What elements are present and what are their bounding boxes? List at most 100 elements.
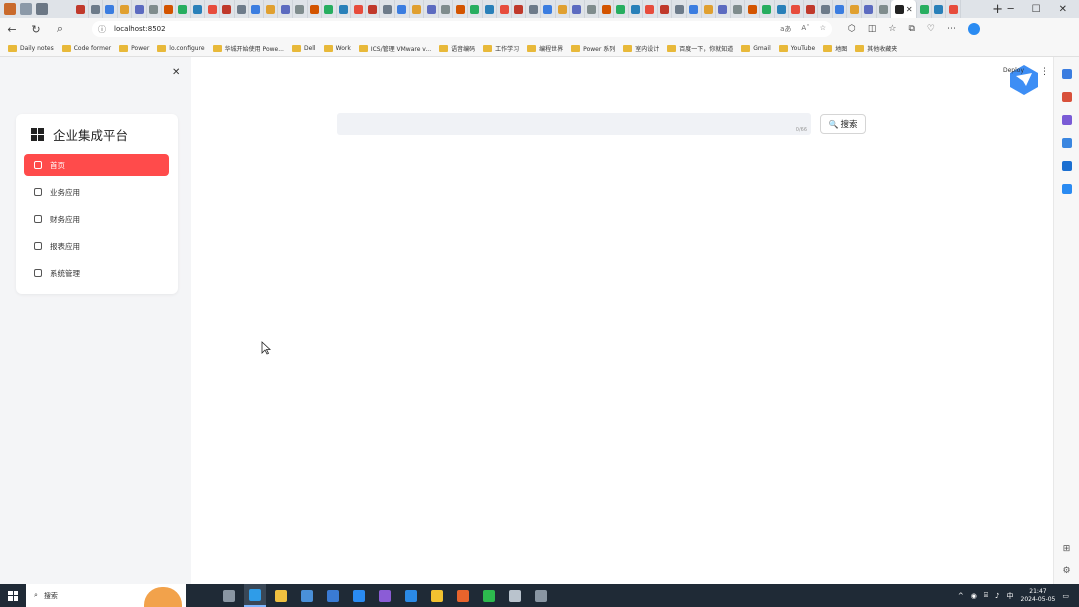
- browser-tab[interactable]: [526, 0, 541, 18]
- browser-essentials-icon[interactable]: ♡: [927, 24, 935, 34]
- browser-tab[interactable]: [585, 0, 600, 18]
- bookmark-item[interactable]: YouTube: [778, 44, 815, 52]
- browser-tab[interactable]: [731, 0, 746, 18]
- browser-tab[interactable]: [468, 0, 483, 18]
- input-language[interactable]: 中: [1007, 591, 1014, 601]
- favorites-icon[interactable]: ☆: [888, 24, 896, 34]
- minimize-icon[interactable]: ─: [1008, 4, 1014, 15]
- tray-chevron-icon[interactable]: ^: [958, 592, 964, 600]
- browser-tab[interactable]: [833, 0, 848, 18]
- browser-tab[interactable]: [687, 0, 702, 18]
- bookmark-item[interactable]: 编程世界: [527, 44, 563, 53]
- vs-taskbar-button[interactable]: [374, 584, 396, 607]
- browser-tab[interactable]: [818, 0, 833, 18]
- edge-settings-icon[interactable]: ⚙: [1062, 566, 1070, 576]
- sticky-notes-taskbar-button[interactable]: [426, 584, 448, 607]
- browser-tab[interactable]: [599, 0, 614, 18]
- deploy-button[interactable]: Deploy: [1003, 67, 1024, 74]
- bookmark-item[interactable]: 百度一下，你就知道: [667, 44, 733, 53]
- browser-tab[interactable]: [629, 0, 644, 18]
- browser-tab[interactable]: [760, 0, 775, 18]
- search-button[interactable]: 🔍 搜索: [820, 114, 866, 134]
- browser-tab[interactable]: [483, 0, 498, 18]
- browser-tab[interactable]: [789, 0, 804, 18]
- browser-tab[interactable]: [293, 0, 308, 18]
- edge-shopping-icon[interactable]: [1061, 69, 1072, 79]
- browser-tab[interactable]: [351, 0, 366, 18]
- bookmark-item[interactable]: 语音编码: [439, 44, 475, 53]
- edge-m365-icon[interactable]: [1061, 138, 1072, 148]
- edge-customize-icon[interactable]: ⊞: [1063, 544, 1071, 554]
- browser-tab[interactable]: [453, 0, 469, 18]
- browser-tab[interactable]: [264, 0, 279, 18]
- browser-tab-active[interactable]: ✕: [891, 0, 918, 18]
- browser-tab[interactable]: [89, 0, 104, 18]
- network-icon[interactable]: ⌸: [984, 591, 988, 600]
- wechat-taskbar-button[interactable]: [478, 584, 500, 607]
- browser-tab[interactable]: [118, 0, 133, 18]
- bookmark-item[interactable]: Work: [323, 44, 351, 52]
- browser-tab[interactable]: [176, 0, 191, 18]
- browser-tab[interactable]: [424, 0, 439, 18]
- browser-tab[interactable]: [205, 0, 220, 18]
- bookmark-item[interactable]: 工作学习: [483, 44, 519, 53]
- clock[interactable]: 21:47 2024-05-05: [1021, 588, 1056, 604]
- edge-outlook-icon[interactable]: [1061, 161, 1072, 171]
- back-icon[interactable]: ←: [0, 23, 24, 36]
- browser-tab[interactable]: [366, 0, 381, 18]
- profile-icon[interactable]: [4, 3, 16, 15]
- bookmark-item[interactable]: lo.configure: [157, 44, 205, 52]
- browser-tab[interactable]: [614, 0, 629, 18]
- file-explorer-taskbar-button[interactable]: [270, 584, 292, 607]
- taskbar-search[interactable]: ⌕ 搜索: [26, 584, 186, 607]
- browser-tab[interactable]: [308, 0, 323, 18]
- browser-tab[interactable]: [380, 0, 396, 18]
- other-app-taskbar-button[interactable]: [530, 584, 552, 607]
- browser-tab[interactable]: [162, 0, 177, 18]
- app-menu-icon[interactable]: ⋮: [1040, 67, 1049, 77]
- bookmark-item[interactable]: ICS/管理 VMware v...: [358, 44, 431, 53]
- close-tab-icon[interactable]: ✕: [906, 5, 913, 14]
- browser-tab[interactable]: [570, 0, 585, 18]
- bookmark-item[interactable]: Dell: [291, 44, 316, 52]
- copilot-icon[interactable]: [967, 23, 980, 35]
- sidebar-item-3[interactable]: 报表应用: [24, 235, 169, 257]
- sidebar-item-2[interactable]: 财务应用: [24, 208, 169, 230]
- browser-tab[interactable]: [716, 0, 731, 18]
- browser-tab[interactable]: [132, 0, 147, 18]
- volume-icon[interactable]: ♪: [995, 592, 999, 600]
- search-input[interactable]: 0/66: [337, 113, 811, 135]
- sidebar-item-4[interactable]: 系统管理: [24, 262, 169, 284]
- browser-tab[interactable]: [877, 0, 892, 18]
- split-screen-icon[interactable]: ◫: [868, 24, 877, 34]
- close-window-icon[interactable]: ✕: [1059, 4, 1067, 15]
- workspaces-icon[interactable]: [20, 3, 32, 15]
- search-icon[interactable]: ⌕: [48, 22, 72, 36]
- more-menu-icon[interactable]: ⋯: [947, 24, 956, 34]
- browser-tab[interactable]: [235, 0, 250, 18]
- browser-tab[interactable]: [147, 0, 162, 18]
- bookmark-item[interactable]: Power: [119, 44, 149, 52]
- pycharm-taskbar-button[interactable]: [348, 584, 370, 607]
- bookmark-item[interactable]: 室内设计: [623, 44, 659, 53]
- browser-tab[interactable]: [702, 0, 717, 18]
- tab-actions-icon[interactable]: [36, 3, 48, 15]
- browser-tab[interactable]: [337, 0, 352, 18]
- cloud-taskbar-button[interactable]: [504, 584, 526, 607]
- start-button[interactable]: [0, 584, 26, 607]
- browser-tab[interactable]: [643, 0, 658, 18]
- sidebar-item-0[interactable]: 首页: [24, 154, 169, 176]
- maximize-icon[interactable]: ☐: [1032, 4, 1041, 15]
- collections-icon[interactable]: ⧉: [908, 24, 914, 34]
- browser-tab[interactable]: [249, 0, 264, 18]
- notifications-icon[interactable]: ▭: [1062, 592, 1069, 600]
- bookmark-item[interactable]: 其他收藏夹: [855, 44, 897, 53]
- close-sidebar-icon[interactable]: ✕: [172, 67, 180, 78]
- store-taskbar-button[interactable]: [296, 584, 318, 607]
- bookmark-item[interactable]: 华城开始使用 Powe...: [212, 44, 284, 53]
- browser-tab[interactable]: [932, 0, 947, 18]
- browser-tab[interactable]: [439, 0, 454, 18]
- url-field[interactable]: ⓘ localhost:8502 aあ Aˆ ☆: [92, 21, 832, 37]
- powerbi-taskbar-button[interactable]: [452, 584, 474, 607]
- browser-tab[interactable]: [775, 0, 790, 18]
